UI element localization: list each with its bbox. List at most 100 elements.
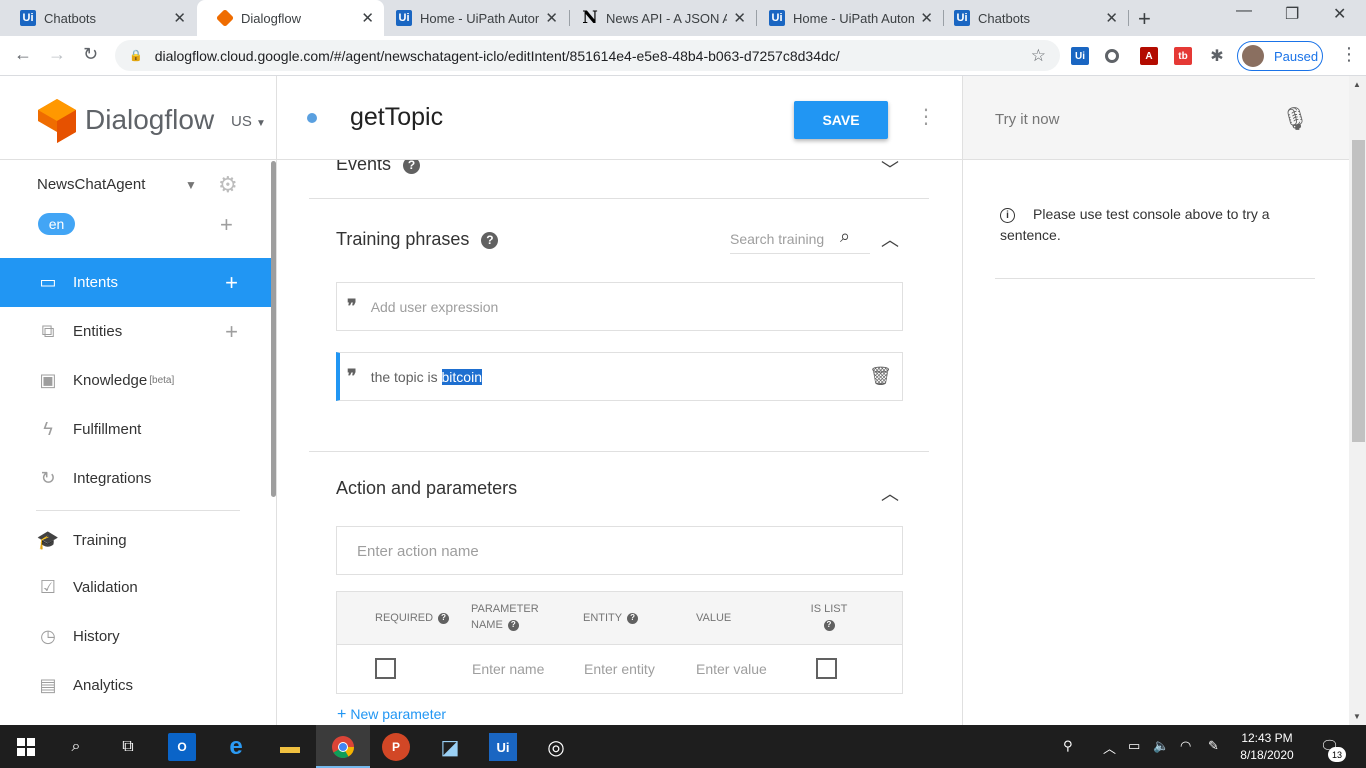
intent-priority-dot[interactable] <box>307 113 317 123</box>
sidebar-item-fulfillment[interactable]: ϟ Fulfillment <box>0 405 272 454</box>
close-icon[interactable]: ✕ <box>173 9 186 27</box>
profile-paused-button[interactable]: Paused <box>1237 41 1323 71</box>
section-divider <box>309 451 929 452</box>
parameter-value-input[interactable]: Enter value <box>696 661 767 677</box>
microphone-icon[interactable]: 🎙 <box>1281 106 1309 132</box>
browser-tab-chatbots-2[interactable]: Ui Chatbots ✕ <box>944 0 1128 36</box>
bookmark-star-icon[interactable]: ☆ <box>1031 46 1046 66</box>
sidebar-item-knowledge[interactable]: ▣ Knowledge [beta] <box>0 356 272 405</box>
scroll-down-arrow-icon[interactable]: ▼ <box>1353 712 1361 721</box>
chevron-up-icon[interactable]: ︿ <box>881 480 899 506</box>
sidebar-item-intents[interactable]: ▭ Intents + <box>0 258 272 307</box>
close-icon[interactable]: ✕ <box>545 9 558 27</box>
pdf-extension-icon[interactable]: A <box>1140 47 1158 65</box>
powerpoint-icon[interactable]: P <box>382 733 410 761</box>
notepad-icon[interactable]: ◪ <box>436 733 464 761</box>
forward-arrow-icon[interactable]: → <box>48 44 66 65</box>
add-intent-icon[interactable]: + <box>225 270 238 296</box>
file-explorer-icon[interactable]: ▬ <box>276 733 304 761</box>
help-icon[interactable]: ? <box>823 619 835 631</box>
browser-tab-uipath-home-2[interactable]: Ui Home - UiPath Autom ✕ <box>757 0 943 36</box>
help-icon[interactable]: ? <box>438 612 450 624</box>
chevron-up-icon[interactable]: ︿ <box>1103 738 1116 757</box>
add-entity-icon[interactable]: + <box>225 319 238 345</box>
window-close-icon[interactable]: ✕ <box>1333 4 1346 24</box>
add-language-icon[interactable]: + <box>220 212 233 238</box>
red-extension-icon[interactable]: tb <box>1174 47 1192 65</box>
browser-tab-newsapi[interactable]: N News API - A JSON A ✕ <box>570 0 756 36</box>
internet-explorer-icon[interactable]: e <box>222 733 250 761</box>
close-icon[interactable]: ✕ <box>1105 9 1118 27</box>
help-icon[interactable]: ? <box>481 231 499 249</box>
sidebar-item-integrations[interactable]: ↻ Integrations <box>0 454 272 503</box>
chevron-up-icon[interactable]: ︿ <box>881 226 899 252</box>
sidebar-item-label: Intents <box>73 274 119 291</box>
chevron-down-icon[interactable]: ﹀ <box>881 160 899 182</box>
sidebar-item-history[interactable]: ◷ History <box>0 612 272 661</box>
reload-icon[interactable]: ↻ <box>83 44 98 65</box>
battery-icon[interactable]: ▭ <box>1128 738 1140 754</box>
is-list-checkbox[interactable] <box>816 658 837 679</box>
agent-dropdown-icon[interactable]: ▼ <box>185 178 197 192</box>
action-name-input[interactable]: Enter action name <box>336 526 903 575</box>
people-icon[interactable]: ⚲ <box>1063 738 1073 754</box>
address-bar[interactable]: 🔒 dialogflow.cloud.google.com/#/agent/ne… <box>115 40 1060 71</box>
trash-icon[interactable]: 🗑 <box>869 366 892 387</box>
chrome-icon[interactable] <box>329 733 357 761</box>
sidebar-scrollbar[interactable] <box>271 161 276 497</box>
close-icon[interactable]: ✕ <box>733 9 746 27</box>
parameter-name-input[interactable]: Enter name <box>472 661 546 677</box>
uipath-extension-icon[interactable]: Ui <box>1071 47 1089 65</box>
task-view-icon[interactable]: ⧉ <box>114 733 142 761</box>
back-arrow-icon[interactable]: ← <box>14 44 32 65</box>
search-icon[interactable]: ⌕ <box>62 733 90 761</box>
sidebar-item-validation[interactable]: ☑ Validation <box>0 563 272 612</box>
more-options-icon[interactable]: ⋮ <box>916 104 936 129</box>
minimize-icon[interactable]: — <box>1236 2 1252 20</box>
help-icon[interactable]: ? <box>403 160 421 174</box>
phrase-text[interactable]: the topic is bitcoin <box>371 368 482 385</box>
close-icon[interactable]: ✕ <box>920 9 933 27</box>
intent-name[interactable]: getTopic <box>350 103 443 132</box>
browser-tab-dialogflow[interactable]: Dialogflow ✕ <box>197 0 384 36</box>
sidebar-item-analytics[interactable]: ▤ Analytics <box>0 661 272 710</box>
help-icon[interactable]: ? <box>627 612 639 624</box>
page-scrollbar[interactable]: ▲ ▼ <box>1349 76 1366 725</box>
agent-name[interactable]: NewsChatAgent <box>37 176 145 193</box>
annotated-entity[interactable]: bitcoin <box>441 368 482 385</box>
required-checkbox[interactable] <box>375 658 396 679</box>
system-clock[interactable]: 12:43 PM 8/18/2020 <box>1232 730 1302 764</box>
restore-icon[interactable]: ❐ <box>1285 4 1299 24</box>
help-icon[interactable]: ? <box>507 619 519 631</box>
wifi-icon[interactable]: ◠ <box>1180 738 1191 754</box>
uipath-studio-icon[interactable]: Ui <box>489 733 517 761</box>
sidebar-item-entities[interactable]: ⧉ Entities + <box>0 307 272 356</box>
browser-tab-uipath-home-1[interactable]: Ui Home - UiPath Autom ✕ <box>384 0 568 36</box>
try-it-now-bar[interactable]: Try it now 🎙 <box>963 76 1349 160</box>
windows-start-icon[interactable] <box>12 733 40 761</box>
page-scroll-thumb[interactable] <box>1352 140 1365 442</box>
try-it-now-input[interactable]: Try it now <box>995 111 1059 128</box>
pen-icon[interactable]: ✎ <box>1208 738 1219 754</box>
add-expression-input[interactable]: ❞ Add user expression <box>336 282 903 331</box>
training-phrases-title: Training phrases? <box>336 229 499 250</box>
search-icon[interactable]: ⌕ <box>840 226 850 247</box>
language-badge[interactable]: en <box>38 213 75 235</box>
scroll-up-arrow-icon[interactable]: ▲ <box>1353 80 1361 89</box>
new-tab-icon[interactable]: + <box>1138 6 1151 32</box>
browser-menu-icon[interactable]: ⋮ <box>1340 44 1358 65</box>
gear-icon[interactable]: ⚙ <box>218 172 238 198</box>
parameter-entity-input[interactable]: Enter entity <box>584 661 655 677</box>
browser-tab-chatbots-1[interactable]: Ui Chatbots ✕ <box>0 0 196 36</box>
obs-icon[interactable]: ◎ <box>542 733 570 761</box>
close-icon[interactable]: ✕ <box>361 9 374 27</box>
puzzle-extensions-icon[interactable]: ✱ <box>1208 47 1226 65</box>
region-select[interactable]: US ▼ <box>231 113 266 130</box>
save-button[interactable]: SAVE <box>794 101 888 139</box>
volume-icon[interactable]: 🔈 <box>1153 738 1169 754</box>
circle-extension-icon[interactable] <box>1105 49 1119 63</box>
sidebar-item-training[interactable]: 🎓 Training <box>0 516 272 565</box>
outlook-icon[interactable]: O <box>168 733 196 761</box>
training-phrase-item[interactable]: ❞ the topic is bitcoin 🗑 <box>336 352 903 401</box>
new-parameter-link[interactable]: + New parameter <box>337 706 446 724</box>
